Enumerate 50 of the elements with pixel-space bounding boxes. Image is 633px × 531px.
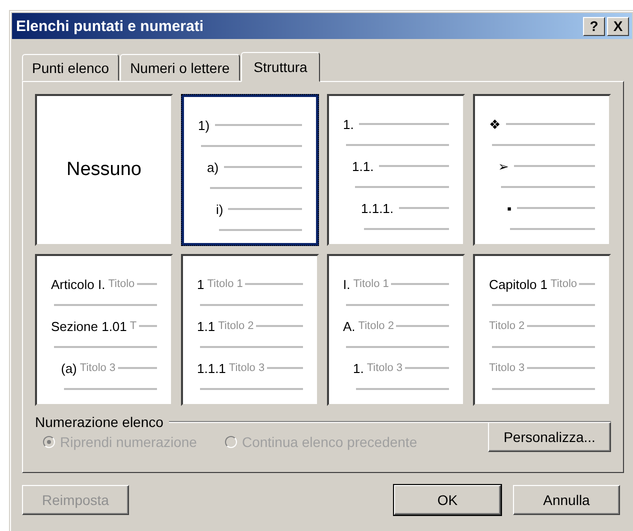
level-number: 1) bbox=[198, 118, 210, 132]
heading-sample: Titolo 3 bbox=[228, 362, 265, 374]
heading-sample: Titolo 2 bbox=[358, 320, 394, 332]
level-number: 1.1.1. bbox=[361, 200, 394, 216]
heading-sample: Titolo 2 bbox=[218, 320, 254, 332]
heading-sample: Titolo bbox=[550, 278, 578, 290]
style-option[interactable]: 1. 1.1. 1.1.1. bbox=[327, 94, 465, 246]
close-button[interactable]: X bbox=[607, 16, 629, 36]
level-number: 1.1. bbox=[352, 158, 374, 174]
heading-sample: Titolo 3 bbox=[366, 362, 403, 374]
window-title: Elenchi puntati e numerati bbox=[16, 18, 205, 34]
customize-button[interactable]: Personalizza... bbox=[488, 422, 611, 452]
level-number: 1 bbox=[197, 276, 204, 292]
level-number: ▪ bbox=[507, 200, 512, 216]
level-number: 1. bbox=[343, 116, 354, 132]
style-option[interactable]: ❖ ➢ ▪ bbox=[473, 94, 611, 246]
level-number: 1.1.1 bbox=[197, 360, 226, 376]
heading-sample: Titolo 1 bbox=[207, 278, 243, 290]
tab[interactable]: Numeri o lettere bbox=[120, 54, 240, 81]
heading-sample: T bbox=[130, 320, 137, 332]
style-option[interactable]: Capitolo 1 Titolo Titolo 2 Titolo 3 bbox=[473, 254, 611, 406]
style-option[interactable]: 1) a) i) bbox=[181, 94, 319, 246]
level-number: 1.1 bbox=[197, 318, 216, 334]
level-number: Capitolo 1 bbox=[489, 276, 548, 292]
level-number: (a) bbox=[61, 360, 77, 376]
heading-sample: Titolo 2 bbox=[489, 320, 525, 332]
style-option[interactable]: Nessuno bbox=[35, 94, 173, 246]
level-number: i) bbox=[216, 202, 224, 216]
tab[interactable]: Punti elenco bbox=[22, 54, 120, 81]
level-number: 1. bbox=[353, 360, 364, 376]
heading-sample: Titolo 3 bbox=[80, 362, 116, 374]
level-number: Sezione 1.01 bbox=[51, 318, 127, 334]
dialog-button[interactable]: Annulla bbox=[513, 485, 620, 515]
heading-sample: Titolo bbox=[108, 278, 135, 290]
level-number: Articolo I. bbox=[51, 276, 106, 292]
level-number: ❖ bbox=[489, 116, 501, 132]
option-label: Nessuno bbox=[66, 159, 142, 181]
style-option[interactable]: I. Titolo 1 A. Titolo 2 1. Titolo 3 bbox=[327, 254, 465, 406]
style-option[interactable]: 1 Titolo 1 1.1 Titolo 2 1.1.1 Titolo 3 bbox=[181, 254, 319, 406]
level-number: A. bbox=[343, 318, 356, 334]
group-title: Numerazione elenco bbox=[35, 414, 164, 430]
level-number: a) bbox=[207, 160, 219, 174]
level-number: ➢ bbox=[498, 158, 509, 174]
heading-sample: Titolo 3 bbox=[489, 362, 525, 374]
help-button[interactable]: ? bbox=[583, 16, 605, 36]
heading-sample: Titolo 1 bbox=[353, 278, 389, 290]
level-number: I. bbox=[343, 276, 350, 292]
tab[interactable]: Struttura bbox=[240, 52, 320, 82]
dialog-button[interactable]: OK bbox=[394, 485, 501, 515]
style-option[interactable]: Articolo I. Titolo Sezione 1.01 T (a) Titolo 3 bbox=[35, 254, 173, 406]
